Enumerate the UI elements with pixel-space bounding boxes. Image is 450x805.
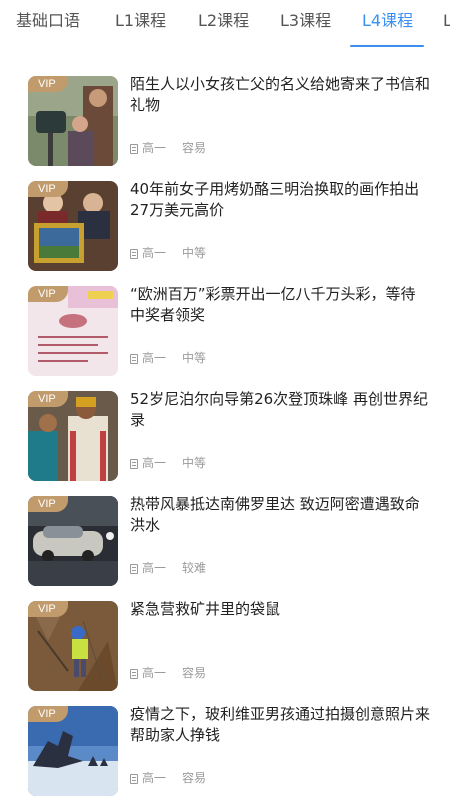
article-thumbnail: VIP bbox=[28, 706, 118, 796]
article-meta: 高一 中等 bbox=[130, 350, 206, 366]
grade-level: 高一 bbox=[142, 246, 167, 260]
document-icon bbox=[130, 249, 138, 259]
grade-level: 高一 bbox=[142, 666, 167, 680]
grade-level: 高一 bbox=[142, 771, 167, 785]
list-item[interactable]: VIP 陌生人以小女孩亡父的名义给她寄来了书信和礼物 高一 容易 bbox=[0, 70, 450, 175]
article-thumbnail: VIP bbox=[28, 601, 118, 691]
list-item[interactable]: VIP 40年前女子用烤奶酪三明治换取的画作拍出27万美元高价 高一 中等 bbox=[0, 175, 450, 280]
grade-level: 高一 bbox=[142, 561, 167, 575]
vip-badge: VIP bbox=[28, 601, 68, 617]
article-meta: 高一 中等 bbox=[130, 455, 206, 471]
grade-level: 高一 bbox=[142, 456, 167, 470]
article-thumbnail: VIP bbox=[28, 76, 118, 166]
article-meta: 高一 容易 bbox=[130, 140, 206, 156]
difficulty-label: 中等 bbox=[182, 246, 207, 260]
article-thumbnail: VIP bbox=[28, 496, 118, 586]
course-tab-bar: 基础口语 L1课程 L2课程 L3课程 L4课程 L bbox=[0, 0, 450, 48]
tab-l5-partial[interactable]: L bbox=[443, 10, 450, 32]
tab-basic-speaking[interactable]: 基础口语 bbox=[16, 10, 80, 32]
article-title[interactable]: 疫情之下，玻利维亚男孩通过拍摄创意照片来帮助家人挣钱 bbox=[130, 704, 430, 746]
article-thumbnail: VIP bbox=[28, 181, 118, 271]
article-list: VIP 陌生人以小女孩亡父的名义给她寄来了书信和礼物 高一 容易 VIP 40年前… bbox=[0, 70, 450, 805]
list-item[interactable]: VIP 热带风暴抵达南佛罗里达 致迈阿密遭遇致命洪水 高一 较难 bbox=[0, 490, 450, 595]
list-item[interactable]: VIP 52岁尼泊尔向导第26次登顶珠峰 再创世界纪录 高一 中等 bbox=[0, 385, 450, 490]
document-icon bbox=[130, 669, 138, 679]
difficulty-label: 容易 bbox=[182, 771, 207, 785]
article-meta: 高一 容易 bbox=[130, 770, 206, 786]
list-item[interactable]: VIP 疫情之下，玻利维亚男孩通过拍摄创意照片来帮助家人挣钱 高一 容易 bbox=[0, 700, 450, 805]
list-item[interactable]: VIP 紧急营救矿井里的袋鼠 高一 容易 bbox=[0, 595, 450, 700]
vip-badge: VIP bbox=[28, 706, 68, 722]
article-thumbnail: VIP bbox=[28, 391, 118, 481]
document-icon bbox=[130, 144, 138, 154]
grade-level: 高一 bbox=[142, 141, 167, 155]
difficulty-label: 容易 bbox=[182, 141, 207, 155]
article-title[interactable]: 热带风暴抵达南佛罗里达 致迈阿密遭遇致命洪水 bbox=[130, 494, 430, 536]
tab-l2[interactable]: L2课程 bbox=[198, 10, 249, 32]
article-title[interactable]: 52岁尼泊尔向导第26次登顶珠峰 再创世界纪录 bbox=[130, 389, 430, 431]
document-icon bbox=[130, 354, 138, 364]
difficulty-label: 中等 bbox=[182, 351, 207, 365]
article-meta: 高一 中等 bbox=[130, 245, 206, 261]
document-icon bbox=[130, 774, 138, 784]
vip-badge: VIP bbox=[28, 76, 68, 92]
tab-l1[interactable]: L1课程 bbox=[115, 10, 166, 32]
difficulty-label: 中等 bbox=[182, 456, 207, 470]
document-icon bbox=[130, 459, 138, 469]
difficulty-label: 容易 bbox=[182, 666, 207, 680]
article-title[interactable]: 40年前女子用烤奶酪三明治换取的画作拍出27万美元高价 bbox=[130, 179, 430, 221]
article-title[interactable]: 陌生人以小女孩亡父的名义给她寄来了书信和礼物 bbox=[130, 74, 430, 116]
article-meta: 高一 容易 bbox=[130, 665, 206, 681]
difficulty-label: 较难 bbox=[182, 561, 207, 575]
vip-badge: VIP bbox=[28, 286, 68, 302]
article-title[interactable]: 紧急营救矿井里的袋鼠 bbox=[130, 599, 430, 620]
vip-badge: VIP bbox=[28, 496, 68, 512]
active-tab-indicator bbox=[350, 45, 424, 47]
tab-l4[interactable]: L4课程 bbox=[362, 10, 413, 32]
vip-badge: VIP bbox=[28, 391, 68, 407]
article-title[interactable]: “欧洲百万”彩票开出一亿八千万头彩，等待中奖者领奖 bbox=[130, 284, 430, 326]
article-meta: 高一 较难 bbox=[130, 560, 206, 576]
vip-badge: VIP bbox=[28, 181, 68, 197]
tab-l3[interactable]: L3课程 bbox=[280, 10, 331, 32]
list-item[interactable]: VIP “欧洲百万”彩票开出一亿八千万头彩，等待中奖者领奖 高一 中等 bbox=[0, 280, 450, 385]
document-icon bbox=[130, 564, 138, 574]
article-thumbnail: VIP bbox=[28, 286, 118, 376]
grade-level: 高一 bbox=[142, 351, 167, 365]
